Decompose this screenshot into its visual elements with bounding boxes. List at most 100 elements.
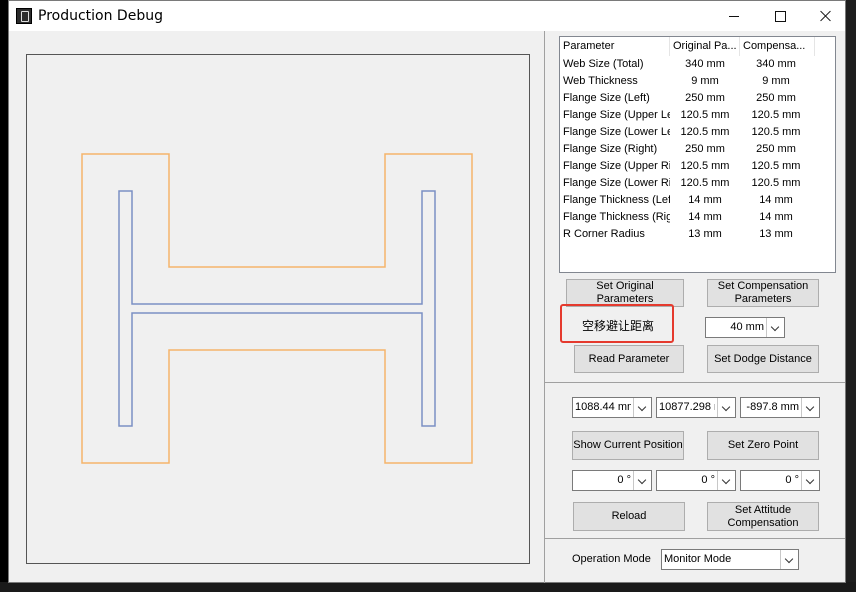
- background-taskbar-edge: [0, 582, 856, 592]
- original-value: 250 mm: [685, 143, 725, 155]
- window-title: Production Debug: [38, 8, 163, 24]
- attitude-a-select[interactable]: 0 °: [572, 470, 652, 491]
- chevron-down-icon[interactable]: [801, 398, 819, 417]
- app-icon: [16, 8, 32, 24]
- column-header-compensation[interactable]: Compensa...: [740, 37, 815, 56]
- param-name: Flange Size (Upper Rig: [563, 160, 670, 172]
- minimize-button[interactable]: [711, 1, 757, 31]
- column-header-original[interactable]: Original Pa...: [670, 37, 740, 56]
- table-row[interactable]: Flange Size (Right) 250 mm 250 mm: [560, 141, 835, 158]
- original-value: 340 mm: [685, 58, 725, 70]
- close-button[interactable]: [803, 1, 849, 31]
- set-attitude-compensation-button[interactable]: Set Attitude Compensation: [707, 502, 819, 531]
- button-label: Set Compensation Parameters: [717, 280, 809, 305]
- param-name: Flange Size (Upper Lef: [563, 109, 670, 121]
- param-name: Flange Thickness (Left: [563, 194, 670, 206]
- original-value: 120.5 mm: [680, 160, 730, 172]
- chevron-down-icon[interactable]: [780, 550, 798, 569]
- param-name: Flange Size (Left): [563, 92, 650, 104]
- show-current-position-button[interactable]: Show Current Position: [572, 431, 684, 460]
- original-value: 9 mm: [691, 75, 719, 87]
- chevron-down-icon[interactable]: [717, 398, 735, 417]
- parameter-table[interactable]: Parameter Original Pa... Compensa... Web…: [559, 36, 836, 273]
- chevron-down-icon[interactable]: [633, 398, 651, 417]
- compensation-value: 340 mm: [756, 58, 796, 70]
- attitude-c-value: 0 °: [785, 474, 799, 486]
- button-label: Set Attitude Compensation: [727, 503, 799, 529]
- set-dodge-distance-button[interactable]: Set Dodge Distance: [707, 345, 819, 373]
- original-value: 13 mm: [688, 228, 722, 240]
- compensation-value: 14 mm: [759, 194, 793, 206]
- param-name: R Corner Radius: [563, 228, 645, 240]
- read-parameter-button[interactable]: Read Parameter: [574, 345, 684, 373]
- table-row[interactable]: Flange Thickness (Left 14 mm 14 mm: [560, 192, 835, 209]
- param-name: Web Thickness: [563, 75, 638, 87]
- button-label: Set Zero Point: [727, 439, 799, 451]
- set-original-parameters-button[interactable]: Set Original Parameters: [566, 279, 684, 307]
- table-row[interactable]: Web Size (Total) 340 mm 340 mm: [560, 56, 835, 73]
- column-header-parameter[interactable]: Parameter: [560, 37, 670, 56]
- dodge-distance-select[interactable]: 40 mm: [705, 317, 785, 338]
- param-name: Web Size (Total): [563, 58, 644, 70]
- compensation-value: 120.5 mm: [751, 109, 801, 121]
- title-bar[interactable]: Production Debug: [9, 1, 845, 31]
- table-row[interactable]: Flange Size (Left) 250 mm 250 mm: [560, 90, 835, 107]
- maximize-button[interactable]: [757, 1, 803, 31]
- original-value: 14 mm: [688, 194, 722, 206]
- table-row[interactable]: Web Thickness 9 mm 9 mm: [560, 73, 835, 90]
- section-divider: [545, 382, 845, 383]
- chevron-down-icon[interactable]: [766, 318, 784, 337]
- operation-mode-label: Operation Mode: [572, 553, 651, 565]
- background-desktop: [845, 0, 856, 592]
- dodge-distance-value: 40 mm: [730, 321, 764, 333]
- compensation-value: 9 mm: [762, 75, 790, 87]
- compensation-value: 250 mm: [756, 143, 796, 155]
- param-name: Flange Size (Lower Rig: [563, 177, 670, 189]
- button-label: Show Current Position: [573, 439, 683, 451]
- param-name: Flange Size (Lower Lef: [563, 126, 670, 138]
- position-x-value: 1088.44 mm: [575, 401, 631, 413]
- attitude-c-select[interactable]: 0 °: [740, 470, 820, 491]
- attitude-b-value: 0 °: [701, 474, 715, 486]
- button-label: Reload: [611, 510, 647, 522]
- chevron-down-icon[interactable]: [801, 471, 819, 490]
- table-row[interactable]: R Corner Radius 13 mm 13 mm: [560, 226, 835, 243]
- outer-compensation-outline: [81, 153, 473, 464]
- position-x-select[interactable]: 1088.44 mm: [572, 397, 652, 418]
- button-label: Read Parameter: [588, 352, 670, 365]
- panel-divider: [544, 31, 545, 583]
- param-name: Flange Thickness (Righ: [563, 211, 670, 223]
- position-z-value: -897.8 mm: [746, 401, 799, 413]
- table-row[interactable]: Flange Size (Lower Lef 120.5 mm 120.5 mm: [560, 124, 835, 141]
- operation-mode-select[interactable]: Monitor Mode: [661, 549, 799, 570]
- compensation-value: 120.5 mm: [751, 177, 801, 189]
- set-zero-point-button[interactable]: Set Zero Point: [707, 431, 819, 460]
- chevron-down-icon[interactable]: [633, 471, 651, 490]
- compensation-value: 120.5 mm: [751, 160, 801, 172]
- position-y-value: 10877.298 r: [659, 401, 715, 413]
- profile-preview-canvas: [26, 54, 530, 564]
- table-header: Parameter Original Pa... Compensa...: [560, 37, 835, 56]
- table-row[interactable]: Flange Size (Lower Rig 120.5 mm 120.5 mm: [560, 175, 835, 192]
- original-value: 120.5 mm: [680, 177, 730, 189]
- position-y-select[interactable]: 10877.298 r: [656, 397, 736, 418]
- position-z-select[interactable]: -897.8 mm: [740, 397, 820, 418]
- compensation-value: 14 mm: [759, 211, 793, 223]
- reload-button[interactable]: Reload: [573, 502, 685, 531]
- button-label: Set Dodge Distance: [714, 352, 812, 365]
- table-row[interactable]: Flange Thickness (Righ 14 mm 14 mm: [560, 209, 835, 226]
- original-value: 250 mm: [685, 92, 725, 104]
- attitude-b-select[interactable]: 0 °: [656, 470, 736, 491]
- original-value: 14 mm: [688, 211, 722, 223]
- attitude-a-value: 0 °: [617, 474, 631, 486]
- section-divider: [545, 538, 845, 539]
- compensation-value: 120.5 mm: [751, 126, 801, 138]
- param-name: Flange Size (Right): [563, 143, 658, 155]
- table-row[interactable]: Flange Size (Upper Rig 120.5 mm 120.5 mm: [560, 158, 835, 175]
- chevron-down-icon[interactable]: [717, 471, 735, 490]
- operation-mode-value: Monitor Mode: [664, 553, 732, 565]
- set-compensation-parameters-button[interactable]: Set Compensation Parameters: [707, 279, 819, 307]
- table-row[interactable]: Flange Size (Upper Lef 120.5 mm 120.5 mm: [560, 107, 835, 124]
- compensation-value: 13 mm: [759, 228, 793, 240]
- production-debug-window: Production Debug Parameter Original Pa..…: [8, 0, 846, 583]
